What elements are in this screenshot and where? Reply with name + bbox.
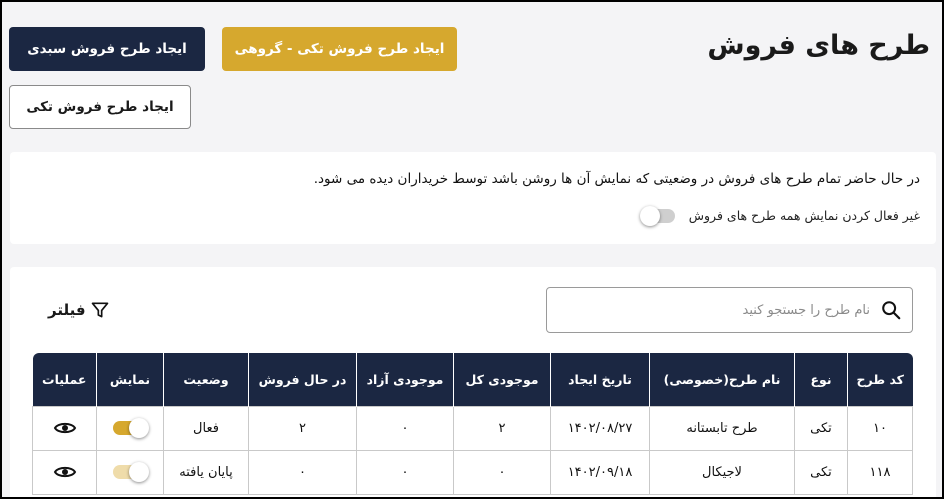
cell-free: ۰ xyxy=(356,405,454,451)
cell-display xyxy=(96,449,164,495)
table-row: ۱۰ تکی طرح تابستانه ۱۴۰۲/۰۸/۲۷ ۲ ۰ ۲ فعا… xyxy=(32,405,913,451)
column-header[interactable]: موجودی کل xyxy=(453,353,551,406)
cell-status: پایان یافته xyxy=(163,449,249,495)
cell-name: لاجیکال xyxy=(649,449,795,495)
column-header[interactable]: تاریخ ایجاد xyxy=(550,353,650,406)
cell-code: ۱۱۸ xyxy=(847,449,913,495)
filter-icon xyxy=(91,302,108,318)
plans-card: نام طرح را جستجو کنید فیلتر کد طرح نوع ن… xyxy=(10,267,936,497)
cell-free: ۰ xyxy=(356,449,454,495)
notice-card: در حال حاضر تمام طرح های فروش در وضعیتی … xyxy=(10,152,936,244)
disable-all-toggle-row: غیر فعال کردن نمایش همه طرح های فروش xyxy=(639,205,920,226)
table-row: ۱۱۸ تکی لاجیکال ۱۴۰۲/۰۹/۱۸ ۰ ۰ ۰ پایان ی… xyxy=(32,449,913,495)
disable-all-toggle[interactable] xyxy=(639,205,675,226)
eye-icon[interactable] xyxy=(53,416,77,440)
app-frame: طرح های فروش ایجاد طرح فروش تکی - گروهی … xyxy=(0,0,944,499)
create-single-plan-button[interactable]: ایجاد طرح فروش تکی xyxy=(9,85,191,129)
cell-name: طرح تابستانه xyxy=(649,405,795,451)
page-title: طرح های فروش xyxy=(707,30,930,61)
filter-button[interactable]: فیلتر xyxy=(48,300,110,320)
cell-status: فعال xyxy=(163,405,249,451)
cell-type: تکی xyxy=(794,405,848,451)
display-toggle[interactable] xyxy=(113,418,149,438)
eye-icon[interactable] xyxy=(53,460,77,484)
create-single-group-plan-button[interactable]: ایجاد طرح فروش تکی - گروهی xyxy=(222,27,457,71)
filter-label: فیلتر xyxy=(48,301,86,319)
table-header-row: کد طرح نوع نام طرح(خصوصی) تاریخ ایجاد مو… xyxy=(32,353,913,406)
plans-table: کد طرح نوع نام طرح(خصوصی) تاریخ ایجاد مو… xyxy=(32,353,913,495)
search-input[interactable]: نام طرح را جستجو کنید xyxy=(546,287,913,333)
cell-actions xyxy=(32,449,97,495)
cell-created: ۱۴۰۲/۰۹/۱۸ xyxy=(550,449,650,495)
cell-actions xyxy=(32,405,97,451)
search-placeholder: نام طرح را جستجو کنید xyxy=(742,302,870,318)
column-header[interactable]: نام طرح(خصوصی) xyxy=(649,353,795,406)
cell-type: تکی xyxy=(794,449,848,495)
cell-created: ۱۴۰۲/۰۸/۲۷ xyxy=(550,405,650,451)
column-header[interactable]: عملیات xyxy=(32,353,97,406)
cell-total: ۰ xyxy=(453,449,551,495)
cell-selling: ۰ xyxy=(248,449,357,495)
column-header[interactable]: موجودی آزاد xyxy=(356,353,454,406)
notice-text: در حال حاضر تمام طرح های فروش در وضعیتی … xyxy=(313,171,920,187)
create-basket-plan-button[interactable]: ایجاد طرح فروش سبدی xyxy=(9,27,205,71)
search-icon xyxy=(882,301,901,320)
cell-total: ۲ xyxy=(453,405,551,451)
column-header[interactable]: نمایش xyxy=(96,353,164,406)
column-header[interactable]: نوع xyxy=(794,353,848,406)
cell-display xyxy=(96,405,164,451)
column-header[interactable]: کد طرح xyxy=(847,353,913,406)
display-toggle[interactable] xyxy=(113,462,149,482)
column-header[interactable]: در حال فروش xyxy=(248,353,357,406)
cell-code: ۱۰ xyxy=(847,405,913,451)
disable-all-toggle-label: غیر فعال کردن نمایش همه طرح های فروش xyxy=(688,208,920,223)
column-header[interactable]: وضعیت xyxy=(163,353,249,406)
cell-selling: ۲ xyxy=(248,405,357,451)
